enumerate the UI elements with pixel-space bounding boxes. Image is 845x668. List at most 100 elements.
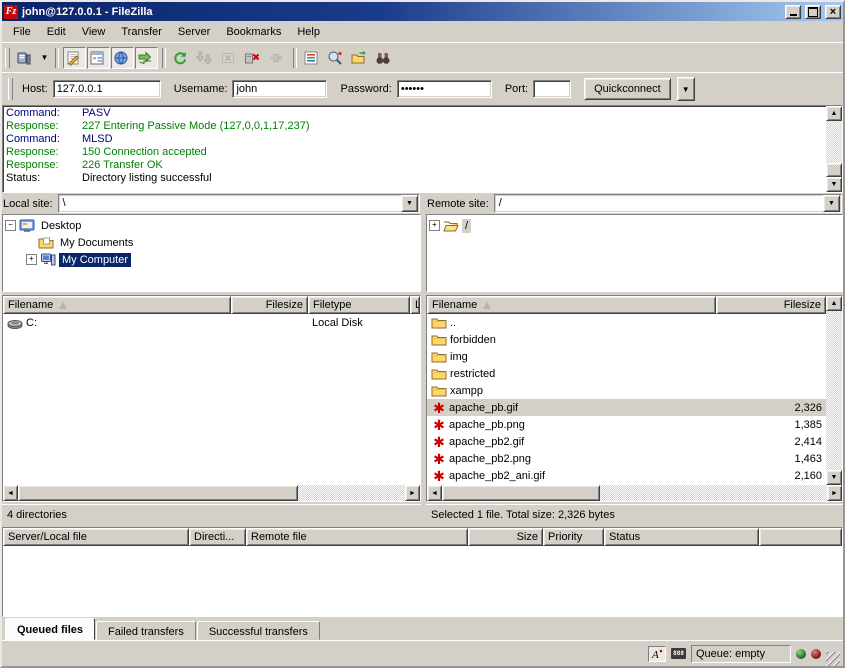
- cancel-button[interactable]: [218, 47, 241, 69]
- remote-file-row[interactable]: restricted: [427, 365, 826, 382]
- remote-site-dropdown-icon[interactable]: ▼: [823, 195, 840, 212]
- remote-tree: +/: [426, 214, 843, 292]
- scroll-left-icon[interactable]: ◄: [3, 485, 18, 501]
- close-button[interactable]: ×: [825, 5, 841, 19]
- menu-file[interactable]: File: [5, 23, 39, 41]
- log-line: Response:226 Transfer OK: [6, 159, 826, 172]
- tab-queued-files[interactable]: Queued files: [5, 618, 95, 640]
- refresh-button[interactable]: [170, 47, 193, 69]
- collapse-icon[interactable]: −: [5, 220, 16, 231]
- expand-icon[interactable]: +: [26, 254, 37, 265]
- scroll-up-icon[interactable]: ▲: [826, 296, 842, 311]
- filter-button[interactable]: [301, 47, 324, 69]
- local-site-row: Local site: \ ▼: [2, 193, 421, 214]
- site-manager-dropdown-button[interactable]: ▼: [38, 47, 51, 69]
- local-site-dropdown-icon[interactable]: ▼: [401, 195, 418, 212]
- tree-item-my-documents[interactable]: My Documents: [5, 234, 418, 251]
- local-hscroll-thumb[interactable]: [18, 485, 298, 501]
- disconnect-button[interactable]: [242, 47, 265, 69]
- column-header-status[interactable]: Status: [604, 528, 759, 546]
- remote-hscroll-thumb[interactable]: [442, 485, 600, 501]
- scroll-left-icon[interactable]: ◄: [427, 485, 442, 501]
- toolbar-grip: [8, 78, 13, 100]
- column-header-priority[interactable]: Priority: [543, 528, 604, 546]
- image-file-icon: ✱: [431, 452, 447, 466]
- password-input[interactable]: [397, 80, 492, 98]
- reconnect-button[interactable]: [266, 47, 289, 69]
- column-header-filesize[interactable]: Filesize: [716, 296, 826, 314]
- remote-file-row[interactable]: ✱apache_pb.gif2,326: [427, 399, 826, 416]
- column-header-filetype[interactable]: Filetype: [308, 296, 410, 314]
- site-manager-button[interactable]: [14, 47, 37, 69]
- sync-browse-button[interactable]: [373, 47, 396, 69]
- compare-button[interactable]: [349, 47, 372, 69]
- column-header-remote-file[interactable]: Remote file: [246, 528, 468, 546]
- remote-file-row[interactable]: img: [427, 348, 826, 365]
- local-hscrollbar[interactable]: ◄ ►: [3, 485, 420, 501]
- remote-site-combo[interactable]: / ▼: [494, 194, 842, 213]
- column-header-filename[interactable]: Filename: [427, 296, 716, 314]
- log-line-type: Response:: [6, 159, 82, 172]
- tree-item-[interactable]: +/: [429, 217, 840, 234]
- column-header-filename[interactable]: Filename: [3, 296, 231, 314]
- sort-ascending-icon: [483, 302, 491, 309]
- column-header-size[interactable]: Size: [468, 528, 543, 546]
- column-header-label: Filesize: [784, 299, 821, 311]
- process-queue-button[interactable]: [194, 47, 217, 69]
- find-button[interactable]: [325, 47, 348, 69]
- file-name: apache_pb2_ani.gif: [449, 470, 545, 482]
- remote-file-row[interactable]: ✱apache_pb.png1,385: [427, 416, 826, 433]
- username-input[interactable]: [232, 80, 327, 98]
- remote-hscrollbar[interactable]: ◄ ►: [427, 485, 842, 501]
- scroll-down-icon[interactable]: ▼: [826, 470, 842, 485]
- scroll-right-icon[interactable]: ►: [827, 485, 842, 501]
- quickconnect-dropdown-button[interactable]: ▼: [677, 77, 695, 101]
- remote-file-row[interactable]: xampp: [427, 382, 826, 399]
- maximize-button[interactable]: [805, 5, 821, 19]
- drive-icon: [7, 315, 23, 331]
- tab-successful-transfers[interactable]: Successful transfers: [197, 621, 320, 640]
- menu-help[interactable]: Help: [289, 23, 328, 41]
- remote-file-row[interactable]: ✱apache_pb2_ani.gif2,160: [427, 467, 826, 484]
- remote-file-row[interactable]: ..: [427, 314, 826, 331]
- column-header-directi[interactable]: Directi...: [189, 528, 246, 546]
- menu-transfer[interactable]: Transfer: [113, 23, 170, 41]
- local-file-row[interactable]: C:Local Disk: [3, 314, 420, 331]
- speed-limit-indicator-icon[interactable]: 888: [671, 648, 686, 659]
- column-header-server-local-file[interactable]: Server/Local file: [3, 528, 189, 546]
- menu-view[interactable]: View: [74, 23, 114, 41]
- host-input[interactable]: [53, 80, 161, 98]
- remote-vscrollbar[interactable]: ▲ ▼: [826, 296, 842, 485]
- expander-placeholder: [26, 238, 35, 247]
- log-scrollbar[interactable]: ▲ ▼: [826, 106, 842, 192]
- menu-bookmarks[interactable]: Bookmarks: [218, 23, 289, 41]
- remote-file-row[interactable]: ✱apache_pb2.gif2,414: [427, 433, 826, 450]
- minimize-button[interactable]: [785, 5, 801, 19]
- column-header-filesize[interactable]: Filesize: [231, 296, 308, 314]
- expand-icon[interactable]: +: [429, 220, 440, 231]
- scroll-right-icon[interactable]: ►: [405, 485, 420, 501]
- log-scroll-thumb[interactable]: [826, 163, 842, 177]
- menu-server[interactable]: Server: [170, 23, 218, 41]
- toggle-log-button[interactable]: [63, 47, 86, 69]
- local-site-label: Local site:: [3, 198, 53, 210]
- scroll-down-icon[interactable]: ▼: [826, 177, 842, 192]
- scroll-up-icon[interactable]: ▲: [826, 106, 842, 121]
- tab-failed-transfers[interactable]: Failed transfers: [96, 621, 196, 640]
- log-scroll-track: [826, 121, 842, 177]
- tree-item-desktop[interactable]: −Desktop: [5, 217, 418, 234]
- tree-item-my-computer[interactable]: +My Computer: [5, 251, 418, 268]
- remote-file-row[interactable]: forbidden: [427, 331, 826, 348]
- quickconnect-button[interactable]: Quickconnect: [584, 78, 671, 100]
- column-header-l[interactable]: L: [410, 296, 420, 314]
- toggle-queue-button[interactable]: [135, 47, 158, 69]
- menu-edit[interactable]: Edit: [39, 23, 74, 41]
- port-input[interactable]: [533, 80, 571, 98]
- toggle-remote-tree-button[interactable]: [111, 47, 134, 69]
- toggle-local-tree-button[interactable]: [87, 47, 110, 69]
- resize-grip[interactable]: [826, 652, 840, 666]
- remote-file-row[interactable]: ✱apache_pb2.png1,463: [427, 450, 826, 467]
- log-line: Command:MLSD: [6, 133, 826, 146]
- transfer-type-indicator-icon[interactable]: A: [648, 646, 666, 662]
- local-site-combo[interactable]: \ ▼: [58, 194, 420, 213]
